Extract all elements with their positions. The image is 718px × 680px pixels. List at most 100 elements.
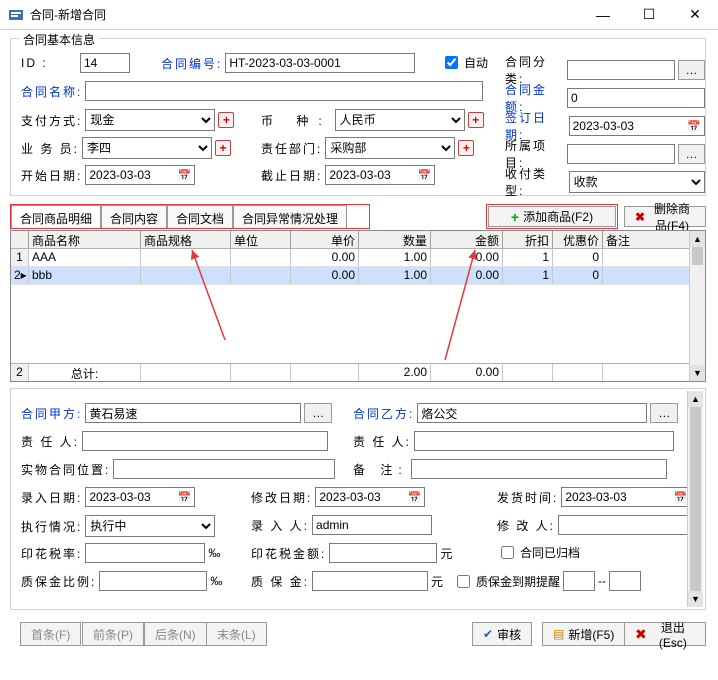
deposit-rate-field[interactable] (99, 571, 207, 591)
entry-by-field[interactable] (312, 515, 432, 535)
tax-rate-field[interactable] (85, 543, 205, 563)
tab-exceptions[interactable]: 合同异常情况处理 (233, 205, 347, 228)
category-browse-button[interactable]: … (678, 60, 705, 80)
tab-docs[interactable]: 合同文档 (167, 205, 233, 228)
name-label: 合同名称: (21, 83, 82, 100)
remind-from-field[interactable] (563, 571, 595, 591)
col-name[interactable]: 商品名称 (29, 231, 141, 248)
title-bar: 合同-新增合同 — ☐ ✕ (0, 0, 718, 30)
scroll-down-icon[interactable]: ▼ (688, 591, 703, 607)
maximize-button[interactable]: ☐ (626, 0, 672, 30)
start-date-field[interactable]: 2023-03-03📅 (85, 165, 195, 185)
col-unit[interactable]: 单位 (231, 231, 291, 248)
party-b-browse-button[interactable]: … (650, 403, 678, 423)
tax-rate-label: 印花税率: (21, 545, 82, 562)
project-browse-button[interactable]: … (678, 144, 705, 164)
currency-add-icon[interactable]: + (468, 112, 484, 128)
archived-checkbox[interactable] (501, 546, 514, 559)
minimize-button[interactable]: — (580, 0, 626, 30)
signdate-field[interactable]: 2023-03-03📅 (569, 116, 705, 136)
start-label: 开始日期: (21, 167, 82, 184)
close-button[interactable]: ✕ (672, 0, 718, 30)
grid-footer: 2 总计: 2.00 0.00 (11, 363, 705, 381)
col-price[interactable]: 单价 (291, 231, 359, 248)
modify-by-field[interactable] (558, 515, 688, 535)
scroll-thumb[interactable] (692, 247, 703, 265)
paymode-select[interactable]: 现金 (85, 109, 215, 131)
id-field[interactable] (80, 53, 130, 73)
col-off[interactable]: 优惠价 (553, 231, 603, 248)
product-grid[interactable]: 商品名称 商品规格 单位 单价 数量 金额 折扣 优惠价 备注 1AAA0.00… (10, 230, 706, 382)
salesman-add-icon[interactable]: + (215, 140, 231, 156)
a-person-field[interactable] (82, 431, 328, 451)
dept-select[interactable]: 采购部 (325, 137, 455, 159)
currency-select[interactable]: 人民币 (335, 109, 465, 131)
dept-add-icon[interactable]: + (458, 140, 474, 156)
col-spec[interactable]: 商品规格 (141, 231, 231, 248)
scroll-down-icon[interactable]: ▼ (690, 365, 705, 381)
dept-label: 责任部门: (261, 140, 322, 157)
new-icon: ▤ (553, 627, 564, 641)
deposit-rate-label: 质保金比例: (21, 573, 96, 590)
salesman-select[interactable]: 李四 (82, 137, 212, 159)
scroll-thumb[interactable] (690, 407, 701, 591)
modify-date-label: 修改日期: (251, 489, 312, 506)
party-b-field[interactable] (417, 403, 647, 423)
yuan-unit: 元 (440, 545, 452, 562)
calendar-icon: 📅 (408, 491, 422, 504)
party-a-browse-button[interactable]: … (304, 403, 332, 423)
col-amt[interactable]: 金额 (431, 231, 503, 248)
remark-field[interactable] (411, 459, 667, 479)
ship-date-field[interactable]: 2023-03-03📅 (561, 487, 691, 507)
deposit-rate-unit: ‰ (210, 574, 222, 588)
deposit-remind-checkbox[interactable] (457, 575, 470, 588)
delete-product-button[interactable]: ✖删除商品(F4) (624, 206, 706, 227)
loc-field[interactable] (113, 459, 335, 479)
table-row[interactable]: 1AAA0.001.000.0010 (11, 249, 705, 267)
a-person-label: 责 任 人: (21, 433, 79, 450)
party-a-field[interactable] (85, 403, 301, 423)
nav-last-button: 末条(L) (206, 622, 267, 646)
currency-label: 币 种: (261, 112, 332, 129)
basic-info-group: 合同基本信息 ID : 合同编号: 自动 合同分类: … 合同名称: 合同金额:… (10, 38, 706, 196)
entry-date-label: 录入日期: (21, 489, 82, 506)
end-date-field[interactable]: 2023-03-03📅 (325, 165, 435, 185)
tax-amt-field[interactable] (329, 543, 437, 563)
nav-first-button: 首条(F) (20, 622, 81, 646)
entry-date-field[interactable]: 2023-03-03📅 (85, 487, 195, 507)
grid-body[interactable]: 1AAA0.001.000.00102▸bbb0.001.000.0010 (11, 249, 705, 363)
auto-checkbox[interactable] (445, 56, 458, 69)
col-disc[interactable]: 折扣 (503, 231, 553, 248)
tab-strip: 合同商品明细 合同内容 合同文档 合同异常情况处理 (11, 205, 347, 228)
exit-button[interactable]: ✖退出(Esc) (624, 622, 706, 646)
amount-field[interactable] (567, 88, 705, 108)
add-product-button[interactable]: +添加商品(F2) (488, 206, 616, 227)
salesman-label: 业 务 员: (21, 140, 79, 157)
audit-icon: ✔ (483, 627, 493, 641)
yuan-unit2: 元 (431, 573, 443, 590)
paymode-label: 支付方式: (21, 112, 82, 129)
bottom-group-vscroll[interactable]: ▲ ▼ (687, 391, 703, 607)
audit-button[interactable]: ✔审核 (472, 622, 532, 646)
grid-vscroll[interactable]: ▲ ▼ (689, 231, 705, 381)
new-button[interactable]: ▤新增(F5) (542, 622, 625, 646)
scroll-up-icon[interactable]: ▲ (688, 391, 703, 407)
deposit-field[interactable] (312, 571, 428, 591)
tab-content[interactable]: 合同内容 (101, 205, 167, 228)
project-field[interactable] (567, 144, 675, 164)
footer-buttons: 首条(F) 前条(P) 后条(N) 末条(L) ✔审核 ▤新增(F5) ✖退出(… (10, 622, 706, 652)
col-qty[interactable]: 数量 (359, 231, 431, 248)
category-field[interactable] (567, 60, 675, 80)
remind-to-field[interactable] (609, 571, 641, 591)
name-field[interactable] (85, 81, 483, 101)
table-row[interactable]: 2▸bbb0.001.000.0010 (11, 267, 705, 285)
modify-date-field[interactable]: 2023-03-03📅 (315, 487, 425, 507)
rptype-select[interactable]: 收款 (569, 171, 705, 193)
scroll-up-icon[interactable]: ▲ (690, 231, 705, 247)
tax-rate-unit: ‰ (208, 546, 220, 560)
b-person-field[interactable] (414, 431, 674, 451)
tab-products[interactable]: 合同商品明细 (11, 205, 101, 228)
code-field[interactable] (225, 53, 415, 73)
exec-select[interactable]: 执行中 (85, 515, 215, 537)
paymode-add-icon[interactable]: + (218, 112, 234, 128)
